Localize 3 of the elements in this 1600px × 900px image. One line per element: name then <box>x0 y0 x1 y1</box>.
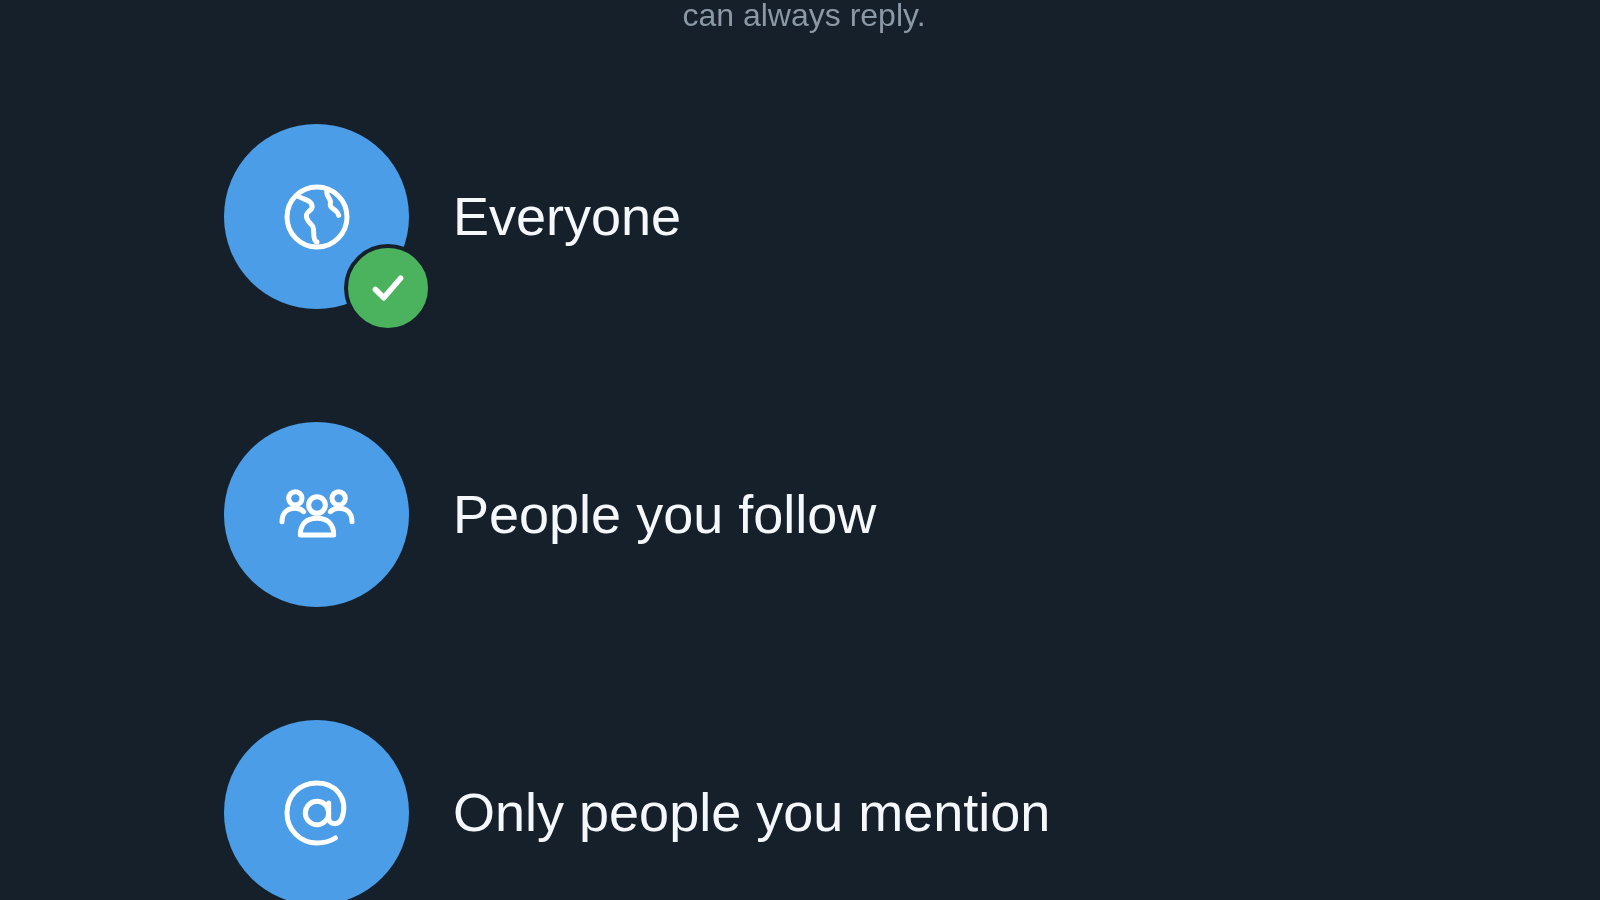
reply-option[interactable]: Everyone <box>224 124 682 333</box>
reply-option[interactable]: Only people you mention <box>224 720 1051 900</box>
reply-option[interactable]: People you follow <box>224 422 877 631</box>
